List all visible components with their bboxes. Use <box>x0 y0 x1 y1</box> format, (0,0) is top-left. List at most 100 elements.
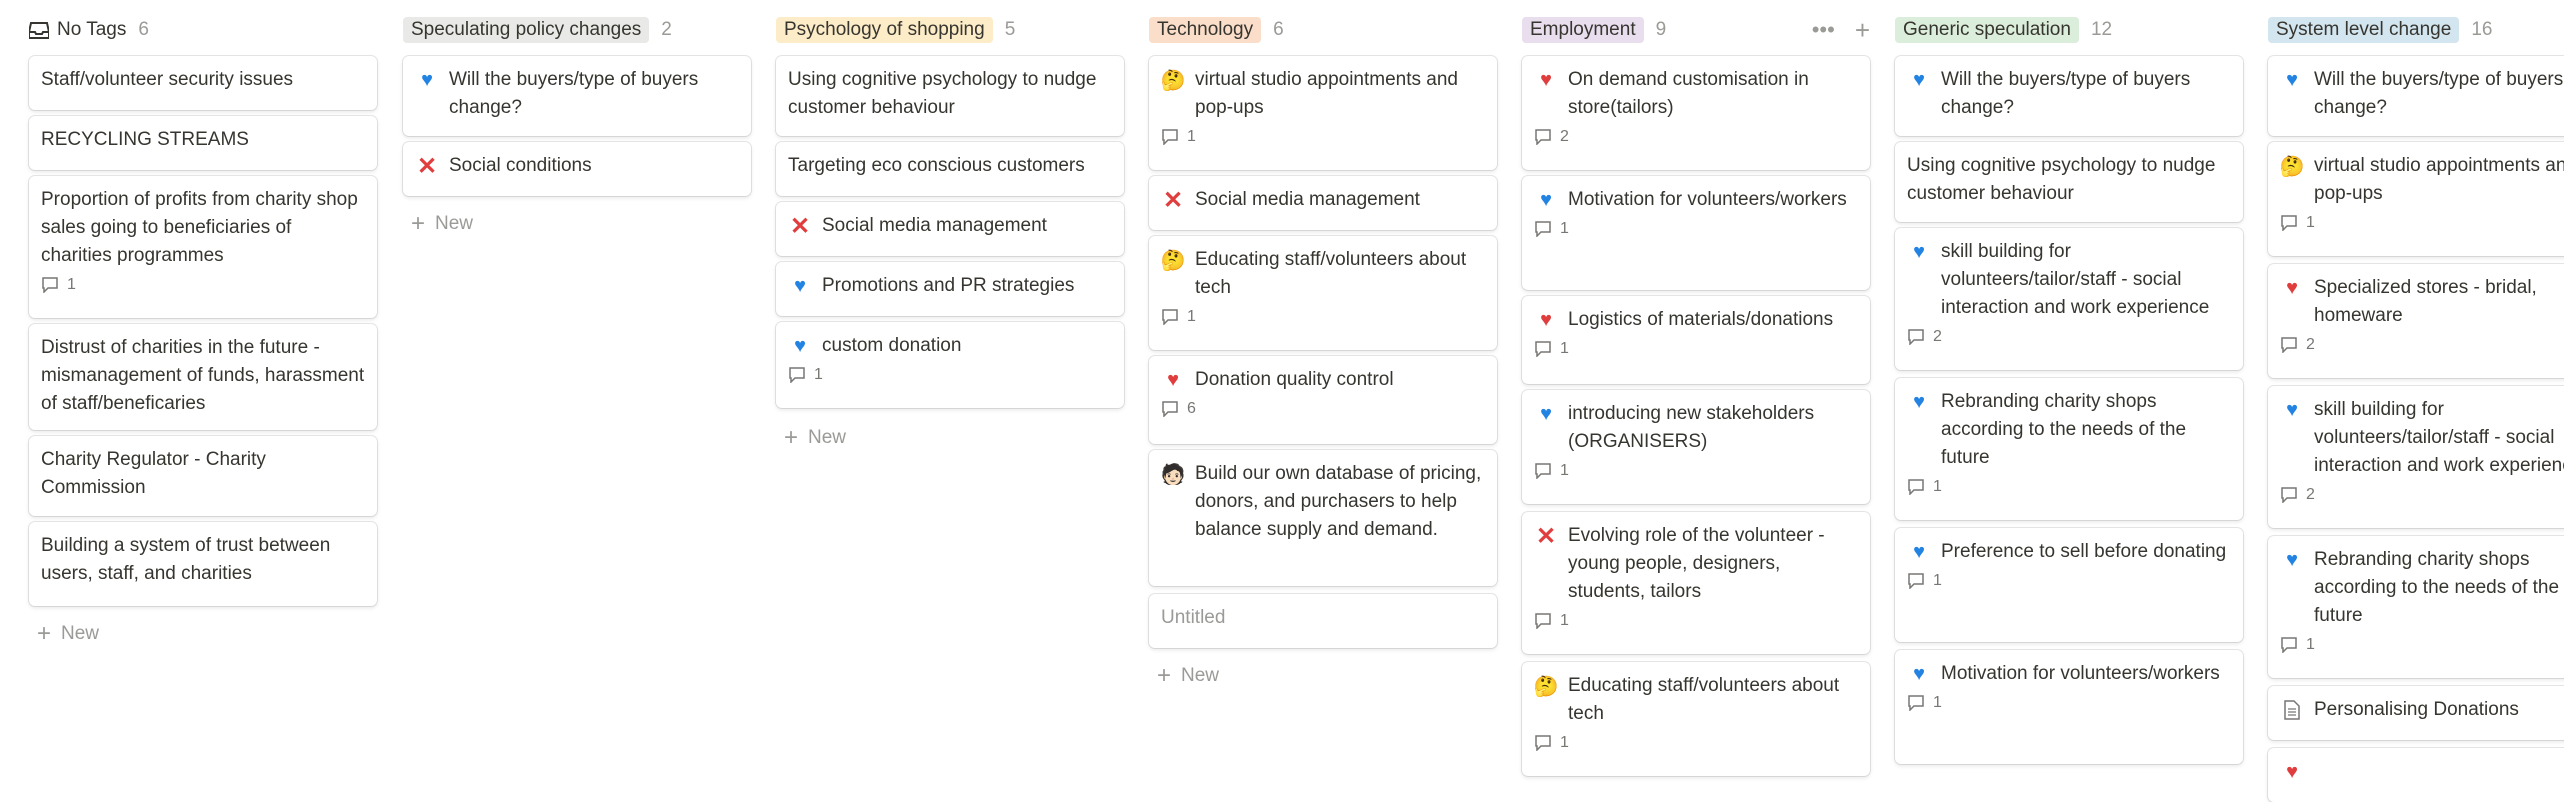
board-card[interactable]: ✕ Evolving role of the volunteer - young… <box>1522 512 1870 654</box>
inbox-icon <box>29 21 49 39</box>
board-card[interactable]: ♥ skill building for volunteers/tailor/s… <box>2268 386 2564 528</box>
comment-count: 1 <box>1907 476 2231 498</box>
plus-icon: + <box>37 620 52 647</box>
board-card[interactable]: ♥ skill building for volunteers/tailor/s… <box>1895 228 2243 370</box>
blue-heart-icon: ♥ <box>794 334 806 357</box>
board-card[interactable]: ✕ Social conditions <box>403 142 751 196</box>
board-card[interactable]: ♥ introducing new stakeholders (ORGANISE… <box>1522 390 1870 504</box>
document-icon <box>2280 696 2304 724</box>
red-heart-icon: ♥ <box>2286 276 2298 299</box>
more-options-icon[interactable]: ••• <box>1812 17 1835 43</box>
board-card[interactable]: RECYCLING STREAMS <box>29 116 377 170</box>
board-card[interactable]: ♥ Will the buyers/type of buyers change? <box>403 56 751 136</box>
board-card[interactable]: Staff/volunteer security issues <box>29 56 377 110</box>
board-card[interactable]: ♥ On demand customisation in store(tailo… <box>1522 56 1870 170</box>
new-card-button[interactable]: + New <box>37 620 99 648</box>
comment-count: 1 <box>1534 338 1858 360</box>
comment-count: 1 <box>1534 460 1858 482</box>
card-title: virtual studio appointments and pop-ups <box>2314 155 2564 204</box>
red-heart-icon: ♥ <box>1540 308 1552 331</box>
card-title: RECYCLING STREAMS <box>41 129 249 150</box>
board-card[interactable]: Using cognitive psychology to nudge cust… <box>776 56 1124 136</box>
column-count: 5 <box>1004 19 1016 40</box>
card-title: skill building for volunteers/tailor/sta… <box>1941 241 2210 318</box>
board-card[interactable]: Personalising Donations <box>2268 686 2564 740</box>
board-card[interactable]: Targeting eco conscious customers <box>776 142 1124 196</box>
board-card[interactable]: 🤔 Educating staff/volunteers about tech … <box>1149 236 1497 350</box>
board-card[interactable]: Distrust of charities in the future - mi… <box>29 324 377 430</box>
card-title: Using cognitive psychology to nudge cust… <box>1907 155 2216 204</box>
comment-icon <box>1535 735 1551 751</box>
column-title: Psychology of shopping <box>776 17 993 43</box>
board-card[interactable]: Building a system of trust between users… <box>29 522 377 606</box>
board-card[interactable]: ♥ <box>2268 748 2564 802</box>
blue-heart-icon: ♥ <box>421 68 433 91</box>
card-title: Will the buyers/type of buyers change? <box>1941 69 2191 118</box>
cross-mark-icon: ✕ <box>789 212 811 240</box>
board-card[interactable]: ♥ Motivation for volunteers/workers 1 <box>1895 650 2243 764</box>
board-card[interactable]: ♥ Rebranding charity shops according to … <box>2268 536 2564 678</box>
column-header[interactable]: Psychology of shopping 5 <box>776 14 1124 46</box>
blue-heart-icon: ♥ <box>1540 402 1552 425</box>
column-header[interactable]: Employment 9 ••• + <box>1522 14 1870 46</box>
board-card[interactable]: Proportion of profits from charity shop … <box>29 176 377 318</box>
board-card[interactable]: ♥ Logistics of materials/donations 1 <box>1522 296 1870 384</box>
card-title: Proportion of profits from charity shop … <box>41 189 358 266</box>
new-card-button[interactable]: + New <box>411 210 473 238</box>
new-card-button[interactable]: + New <box>1157 662 1219 690</box>
column-header[interactable]: System level change 16 <box>2268 14 2564 46</box>
new-card-button[interactable]: + New <box>784 424 846 452</box>
card-title: Logistics of materials/donations <box>1568 309 1834 330</box>
card-title: On demand customisation in store(tailors… <box>1568 69 1809 118</box>
column-header[interactable]: Technology 6 <box>1149 14 1497 46</box>
comment-count: 2 <box>2280 334 2564 356</box>
board-card[interactable]: ♥ Specialized stores - bridal, homeware … <box>2268 264 2564 378</box>
card-title: Educating staff/volunteers about tech <box>1568 675 1840 724</box>
board-card[interactable]: ♥ Preference to sell before donating 1 <box>1895 528 2243 642</box>
comment-count: 1 <box>2280 212 2564 234</box>
board-card[interactable]: Using cognitive psychology to nudge cust… <box>1895 142 2243 222</box>
comment-icon <box>1535 221 1551 237</box>
column-header[interactable]: No Tags 6 <box>29 14 377 46</box>
board-card[interactable]: 🧑🏻 Build our own database of pricing, do… <box>1149 450 1497 586</box>
comment-icon <box>2281 215 2297 231</box>
red-heart-icon: ♥ <box>1167 368 1179 391</box>
column-count: 2 <box>661 19 672 40</box>
comment-count: 1 <box>1534 732 1858 754</box>
card-title: Building a system of trust between users… <box>41 535 331 584</box>
card-title: Social conditions <box>449 155 592 176</box>
column-count: 16 <box>2471 19 2493 40</box>
board-card[interactable]: ♥ Rebranding charity shops according to … <box>1895 378 2243 520</box>
column-count: 9 <box>1655 19 1667 40</box>
comment-count: 2 <box>1534 126 1858 148</box>
card-title: Educating staff/volunteers about tech <box>1195 249 1467 298</box>
comment-count: 1 <box>1534 610 1858 632</box>
card-title: Rebranding charity shops according to th… <box>1941 391 2187 468</box>
comment-icon <box>789 367 805 383</box>
person-icon: 🧑🏻 <box>1160 463 1186 486</box>
column-title: No Tags <box>29 17 126 43</box>
board-card[interactable]: ♥ Motivation for volunteers/workers 1 <box>1522 176 1870 290</box>
plus-icon: + <box>411 210 426 237</box>
column-header[interactable]: Generic speculation 12 <box>1895 14 2243 46</box>
board-card[interactable]: ✕ Social media management <box>1149 176 1497 230</box>
board-card[interactable]: Charity Regulator - Charity Commission <box>29 436 377 516</box>
board-card[interactable]: 🤔 virtual studio appointments and pop-up… <box>1149 56 1497 170</box>
red-heart-icon: ♥ <box>1540 68 1552 91</box>
column-count: 12 <box>2090 19 2113 40</box>
column-header[interactable]: Speculating policy changes 2 <box>403 14 751 46</box>
board-card[interactable]: ♥ Promotions and PR strategies <box>776 262 1124 316</box>
thinking-face-icon: 🤔 <box>1160 249 1186 272</box>
board-card[interactable]: 🤔 virtual studio appointments and pop-up… <box>2268 142 2564 256</box>
blue-heart-icon: ♥ <box>2286 398 2298 421</box>
add-card-icon[interactable]: + <box>1855 15 1870 46</box>
board-card[interactable]: ✕ Social media management <box>776 202 1124 256</box>
board-card[interactable]: Untitled <box>1149 594 1497 648</box>
board-card[interactable]: ♥ Will the buyers/type of buyers change? <box>1895 56 2243 136</box>
comment-icon <box>1162 129 1178 145</box>
board-card[interactable]: ♥ Will the buyers/type of buyers change? <box>2268 56 2564 136</box>
board-card[interactable]: 🤔 Educating staff/volunteers about tech … <box>1522 662 1870 776</box>
board-card[interactable]: ♥ custom donation 1 <box>776 322 1124 408</box>
column-title: Speculating policy changes <box>403 17 650 43</box>
board-card[interactable]: ♥ Donation quality control 6 <box>1149 356 1497 444</box>
